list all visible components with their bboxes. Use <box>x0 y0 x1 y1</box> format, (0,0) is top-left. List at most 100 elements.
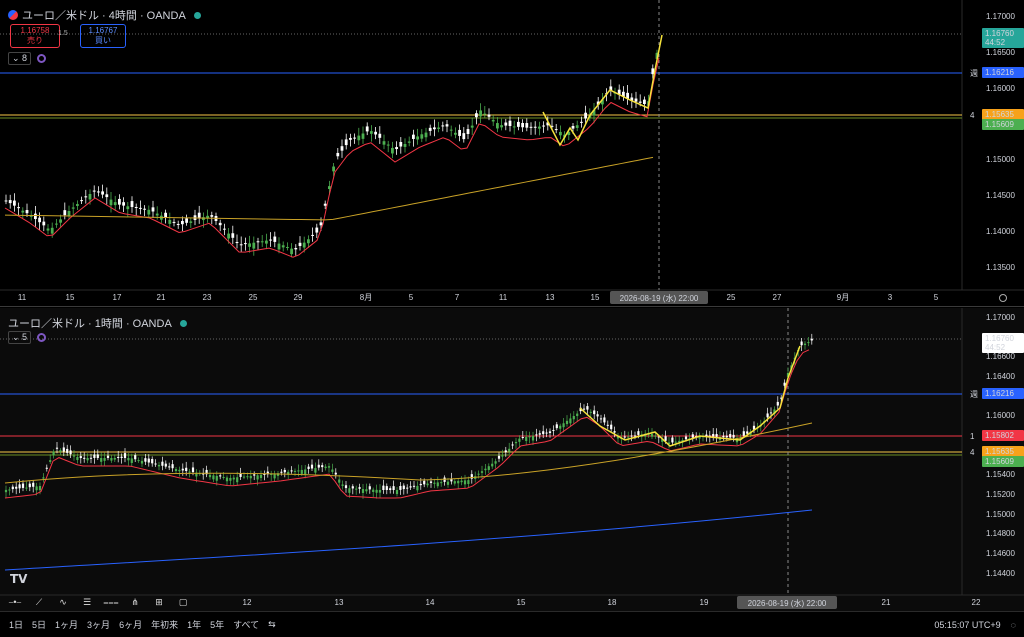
candle-body <box>426 483 429 486</box>
candle-body <box>256 241 260 243</box>
candle-body <box>256 475 259 480</box>
candle-body <box>300 469 303 474</box>
candle-body <box>479 110 482 117</box>
path-icon[interactable]: ∿ <box>52 595 74 610</box>
indicator-toggle[interactable]: ⌄ 8 <box>8 52 47 65</box>
indicator-count[interactable]: ⌄ 8 <box>8 52 32 65</box>
chart-canvas-4h[interactable]: 1.170001.165001.160001.155001.150001.145… <box>0 0 1024 306</box>
candle-body <box>100 458 103 462</box>
pitchfork-icon[interactable]: ⋔ <box>124 595 146 610</box>
candle-body <box>650 434 654 437</box>
candle-body <box>140 460 144 464</box>
candle-body <box>494 461 497 464</box>
range-button[interactable]: 6ヶ月 <box>119 618 142 631</box>
crosshair-date: 2026-08-19 (水) 22:00 <box>748 598 827 608</box>
candle-body <box>512 126 516 128</box>
settings-gear-icon[interactable] <box>37 333 47 342</box>
candle-body <box>357 135 361 141</box>
candle-body <box>13 200 16 206</box>
candle-body <box>528 436 531 438</box>
price-label-value: 1.15635 <box>985 110 1014 119</box>
date-tick: 11 <box>499 293 508 302</box>
candle-body <box>525 123 529 128</box>
candle-body <box>514 442 518 444</box>
candle-body <box>137 460 140 462</box>
candle-body <box>483 113 487 115</box>
horizontal-line-icon[interactable]: ⎯•⎯ <box>4 595 26 610</box>
range-button[interactable]: 1ヶ月 <box>55 618 78 631</box>
candle-body <box>315 227 319 233</box>
candle-body <box>487 466 490 470</box>
range-button[interactable]: 3ヶ月 <box>87 618 110 631</box>
clock-timezone[interactable]: 05:15:07 UTC+9 <box>934 620 1000 630</box>
settings-icon[interactable]: ◌ <box>1011 620 1016 630</box>
candle-body <box>454 132 457 135</box>
range-button[interactable]: 1日 <box>9 618 23 631</box>
settings-gear-icon[interactable] <box>37 54 47 63</box>
candle-body <box>314 468 317 473</box>
candle-body <box>518 438 521 442</box>
buy-label: 買い <box>95 36 111 45</box>
candle-body <box>8 489 11 491</box>
candle-body <box>4 489 8 493</box>
gann-icon[interactable]: ⊞ <box>148 595 170 610</box>
candle-body <box>559 131 562 136</box>
candle-body <box>139 207 142 209</box>
candle-body <box>239 244 243 246</box>
bottom-toolbar: 1日 5日 1ヶ月 3ヶ月 6ヶ月 年初来 1年 5年 すべて ⇆ 05:15:07 UTC+9 ◌ <box>0 611 1024 637</box>
candle-body <box>446 481 450 485</box>
indicator-toggle[interactable]: ⌄ 5 <box>8 331 47 344</box>
range-button[interactable]: 1年 <box>187 618 201 631</box>
candle-body <box>293 470 297 472</box>
rectangle-icon[interactable]: ▢ <box>172 595 194 610</box>
trend-line-icon[interactable]: ⟋ <box>28 595 50 610</box>
candle-body <box>392 486 395 490</box>
candle-body <box>281 245 285 248</box>
chart-canvas-1h[interactable]: 1.17000 1.16600 1.16400 1.16000 1.15400 1.152… <box>0 308 1024 611</box>
candle-body <box>215 475 218 481</box>
level-tag: 週 <box>970 69 978 78</box>
candle-body <box>463 480 467 485</box>
channel-icon[interactable]: ⩶ <box>100 595 122 610</box>
price-tick: 1.16000 <box>986 84 1015 93</box>
chart-pane-4h[interactable]: 1.170001.165001.160001.155001.150001.145… <box>0 0 1024 307</box>
candle-body <box>252 242 256 249</box>
candle-body <box>290 470 293 472</box>
candle-body <box>399 142 403 147</box>
date-range-icon[interactable]: ⇆ <box>268 619 276 630</box>
candle-body <box>117 456 120 458</box>
candle-body <box>732 434 735 438</box>
candle-body <box>395 490 399 495</box>
candle-body <box>336 152 340 157</box>
chart-pane-1h[interactable]: 1.17000 1.16600 1.16400 1.16000 1.15400 1.152… <box>0 308 1024 611</box>
candle-body <box>181 468 184 471</box>
candle-body <box>386 144 390 146</box>
indicator-count[interactable]: ⌄ 5 <box>8 331 32 344</box>
fib-icon[interactable]: ☰ <box>76 595 98 610</box>
candle-body <box>554 129 558 131</box>
candle-body <box>269 239 272 241</box>
candle-body <box>389 488 392 490</box>
date-tick: 15 <box>517 598 526 607</box>
candle-body <box>76 456 79 461</box>
candle-body <box>712 433 715 437</box>
candle-body <box>323 203 327 206</box>
candle-body <box>172 221 176 223</box>
candle-body <box>803 343 807 346</box>
sell-button[interactable]: 1.16758 売り <box>10 24 60 48</box>
candle-body <box>239 473 242 477</box>
range-button[interactable]: すべて <box>233 618 259 631</box>
range-button[interactable]: 5日 <box>32 618 46 631</box>
range-button[interactable]: 年初来 <box>151 618 178 631</box>
pane-title: ユーロ／米ドル · 1時間 · OANDA <box>8 315 187 331</box>
candle-body <box>4 200 8 202</box>
candle-body <box>462 133 466 140</box>
candle-body <box>630 435 633 437</box>
buy-button[interactable]: 1.16767 買い <box>80 24 126 48</box>
candle-body <box>385 486 388 490</box>
candle-body <box>575 125 579 128</box>
candle-body <box>423 480 426 485</box>
range-button[interactable]: 5年 <box>210 618 224 631</box>
candle-body <box>470 125 474 128</box>
candle-body <box>331 469 334 472</box>
